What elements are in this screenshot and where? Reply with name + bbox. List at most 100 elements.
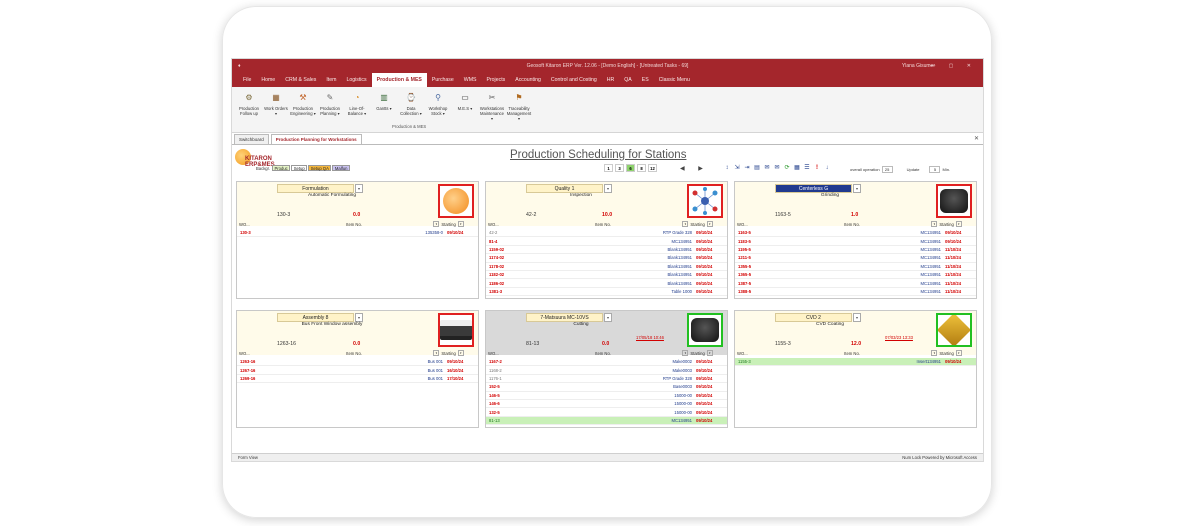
table-row[interactable]: 1269-16 Bus 001 17/10/24 [237,375,478,384]
station-name[interactable]: CVD 2 [775,313,852,322]
ribbon-button-balance[interactable]: ◔ Line-Of-Balance ▾ [344,91,370,117]
ribbon-button-factory[interactable]: ⚙ Production Follow up [236,91,262,117]
filter-dropdown-icon[interactable]: ▾ [682,350,689,356]
table-row[interactable]: 1388-5 MC134951 11/10/24 [735,288,976,297]
down-arrow-icon[interactable]: ↓ [823,164,831,172]
column-starting-label[interactable]: Starting [939,351,953,356]
table-row[interactable]: 1168-2 Make0003 09/10/24 [486,366,727,375]
filter-dropdown-icon[interactable]: ▾ [433,221,440,227]
alert-icon[interactable]: ! [813,164,821,172]
menu-item-home[interactable]: Home [256,73,280,87]
table-row[interactable]: 132-5 15000-00 09/10/24 [486,408,727,417]
menu-item-accounting[interactable]: Accounting [510,73,546,87]
filter-dropdown-icon[interactable]: ▾ [931,221,938,227]
mail-alt-icon[interactable]: ✉ [773,164,781,172]
column-starting-label[interactable]: Starting [690,351,704,356]
menu-item-purchase[interactable]: Purchase [427,73,459,87]
forward-icon[interactable]: ⇥ [743,164,751,172]
page-nav-arrows[interactable]: ◀ ▶ [680,165,709,172]
table-row[interactable]: 1355-5 MC134951 11/10/24 [735,263,976,271]
column-wo[interactable]: WO... [486,222,524,227]
column-wo[interactable]: WO... [237,351,275,356]
ribbon-button-workshop[interactable]: ⚲ Workshop Stock ▾ [425,91,451,117]
station-name[interactable]: 7-Matsuura MC-10VS [526,313,603,322]
menu-item-wms[interactable]: WMS [459,73,482,87]
table-row[interactable]: 146-6 15000-00 09/10/24 [486,400,727,409]
sort-dropdown-icon[interactable]: ▾ [457,350,464,356]
filter-dropdown-icon[interactable]: ▾ [433,350,440,356]
page-size-option[interactable]: 6 [626,164,635,172]
table-row[interactable]: 1195-5 MC134951 11/10/24 [735,246,976,255]
filter-dropdown-icon[interactable]: ▾ [931,350,938,356]
menu-item-projects[interactable]: Projects [481,73,510,87]
ribbon-button-monitor[interactable]: ▭ M.E.S ▾ [452,91,478,112]
station-dropdown-icon[interactable]: ▾ [355,313,363,322]
menu-item-classic-menu[interactable]: Classic Menu [654,73,695,87]
window-controls[interactable]: — ▢ ✕ [930,63,977,69]
table-row[interactable]: 1176-1 RTP Grade 328 09/10/24 [486,375,727,384]
station-name[interactable]: Assembly 8 [277,313,354,322]
table-row[interactable]: 1167-2 Make0002 09/10/24 [486,358,727,367]
calendar-icon[interactable]: ▤ [753,164,761,172]
table-row[interactable]: 1387-5 MC134951 11/10/24 [735,279,976,288]
grid-icon[interactable]: ▦ [793,164,801,172]
station-dropdown-icon[interactable]: ▾ [853,313,861,322]
table-row[interactable]: 1186-02 Blank134951 09/10/24 [486,279,727,288]
column-item-no[interactable]: Item No. [524,351,683,356]
column-wo[interactable]: WO... [735,222,773,227]
column-starting-label[interactable]: Starting [690,222,704,227]
column-item-no[interactable]: Item No. [524,222,683,227]
update-input[interactable]: 5 [929,166,941,173]
table-row[interactable]: 1159-02 Blank134951 09/10/24 [486,246,727,255]
station-dropdown-icon[interactable]: ▾ [355,184,363,193]
column-item-no[interactable]: Item No. [773,351,932,356]
menu-item-item[interactable]: Item [321,73,341,87]
sort-dropdown-icon[interactable]: ▾ [706,350,713,356]
table-row[interactable]: 146-5 15000-00 09/10/24 [486,392,727,400]
table-row[interactable]: 1183-5 MC134951 09/10/24 [735,237,976,246]
page-size-option[interactable]: 3 [615,164,624,172]
table-row[interactable]: 1178-02 Blank134951 09/10/24 [486,263,727,271]
column-starting-label[interactable]: Starting [441,351,455,356]
table-row[interactable]: 1174-02 Blank134951 09/10/24 [486,254,727,263]
menu-item-control-and-costing[interactable]: Control and Costing [546,73,602,87]
table-row[interactable]: 1381-3 Table 1000 09/10/24 [486,288,727,297]
table-row[interactable]: 152-5 Base0003 09/10/24 [486,383,727,392]
column-wo[interactable]: WO... [237,222,275,227]
mail-icon[interactable]: ✉ [763,164,771,172]
list-icon[interactable]: ☰ [803,164,811,172]
table-row[interactable]: 1267-16 Bus 001 16/10/24 [237,366,478,375]
station-name[interactable]: Centerless G [775,184,852,193]
table-row[interactable]: 81-13 MC134951 09/10/24 [486,416,727,426]
menu-item-file[interactable]: File [238,73,256,87]
table-row[interactable]: 1365-5 MC134951 11/10/24 [735,271,976,280]
column-item-no[interactable]: Item No. [275,222,434,227]
sort-icon[interactable]: ↕ [723,164,731,172]
tab-switchboard[interactable]: Switchboard [234,134,269,144]
table-row[interactable]: 81-4 MC134951 09/10/24 [486,237,727,246]
page-size-option[interactable]: 12 [648,164,657,172]
sort-dropdown-icon[interactable]: ▾ [955,350,962,356]
close-tab-icon[interactable]: ✕ [974,135,979,142]
column-item-no[interactable]: Item No. [275,351,434,356]
station-dropdown-icon[interactable]: ▾ [604,313,612,322]
ribbon-button-planning[interactable]: ✎ Production Planning ▾ [317,91,343,117]
page-size-option[interactable]: 8 [637,164,646,172]
column-starting-label[interactable]: Starting [441,222,455,227]
ribbon-button-clipboard[interactable]: ▦ Work Orders ▾ [263,91,289,117]
column-item-no[interactable]: Item No. [773,222,932,227]
sort-dropdown-icon[interactable]: ▾ [955,221,962,227]
ribbon-button-traceability[interactable]: ⚑ Traceability Management ▾ [506,91,532,122]
ribbon-button-gantt[interactable]: ▥ Gantts ▾ [371,91,397,112]
menu-item-logistics[interactable]: Logistics [341,73,371,87]
column-wo[interactable]: WO... [486,351,524,356]
column-wo[interactable]: WO... [735,351,773,356]
table-row[interactable]: 1155-3 Insert134951 09/10/24 [735,358,976,367]
sort-dropdown-icon[interactable]: ▾ [706,221,713,227]
table-row[interactable]: 130-3 135358-0 09/10/24 [237,229,478,238]
table-row[interactable]: 1263-16 Bus 001 09/10/24 [237,358,478,367]
column-starting-label[interactable]: Starting [939,222,953,227]
menu-item-es[interactable]: ES [637,73,654,87]
date-filter-icon[interactable]: ⇲ [733,164,741,172]
ribbon-button-engineering[interactable]: ⚒ Production Engineering ▾ [290,91,316,117]
